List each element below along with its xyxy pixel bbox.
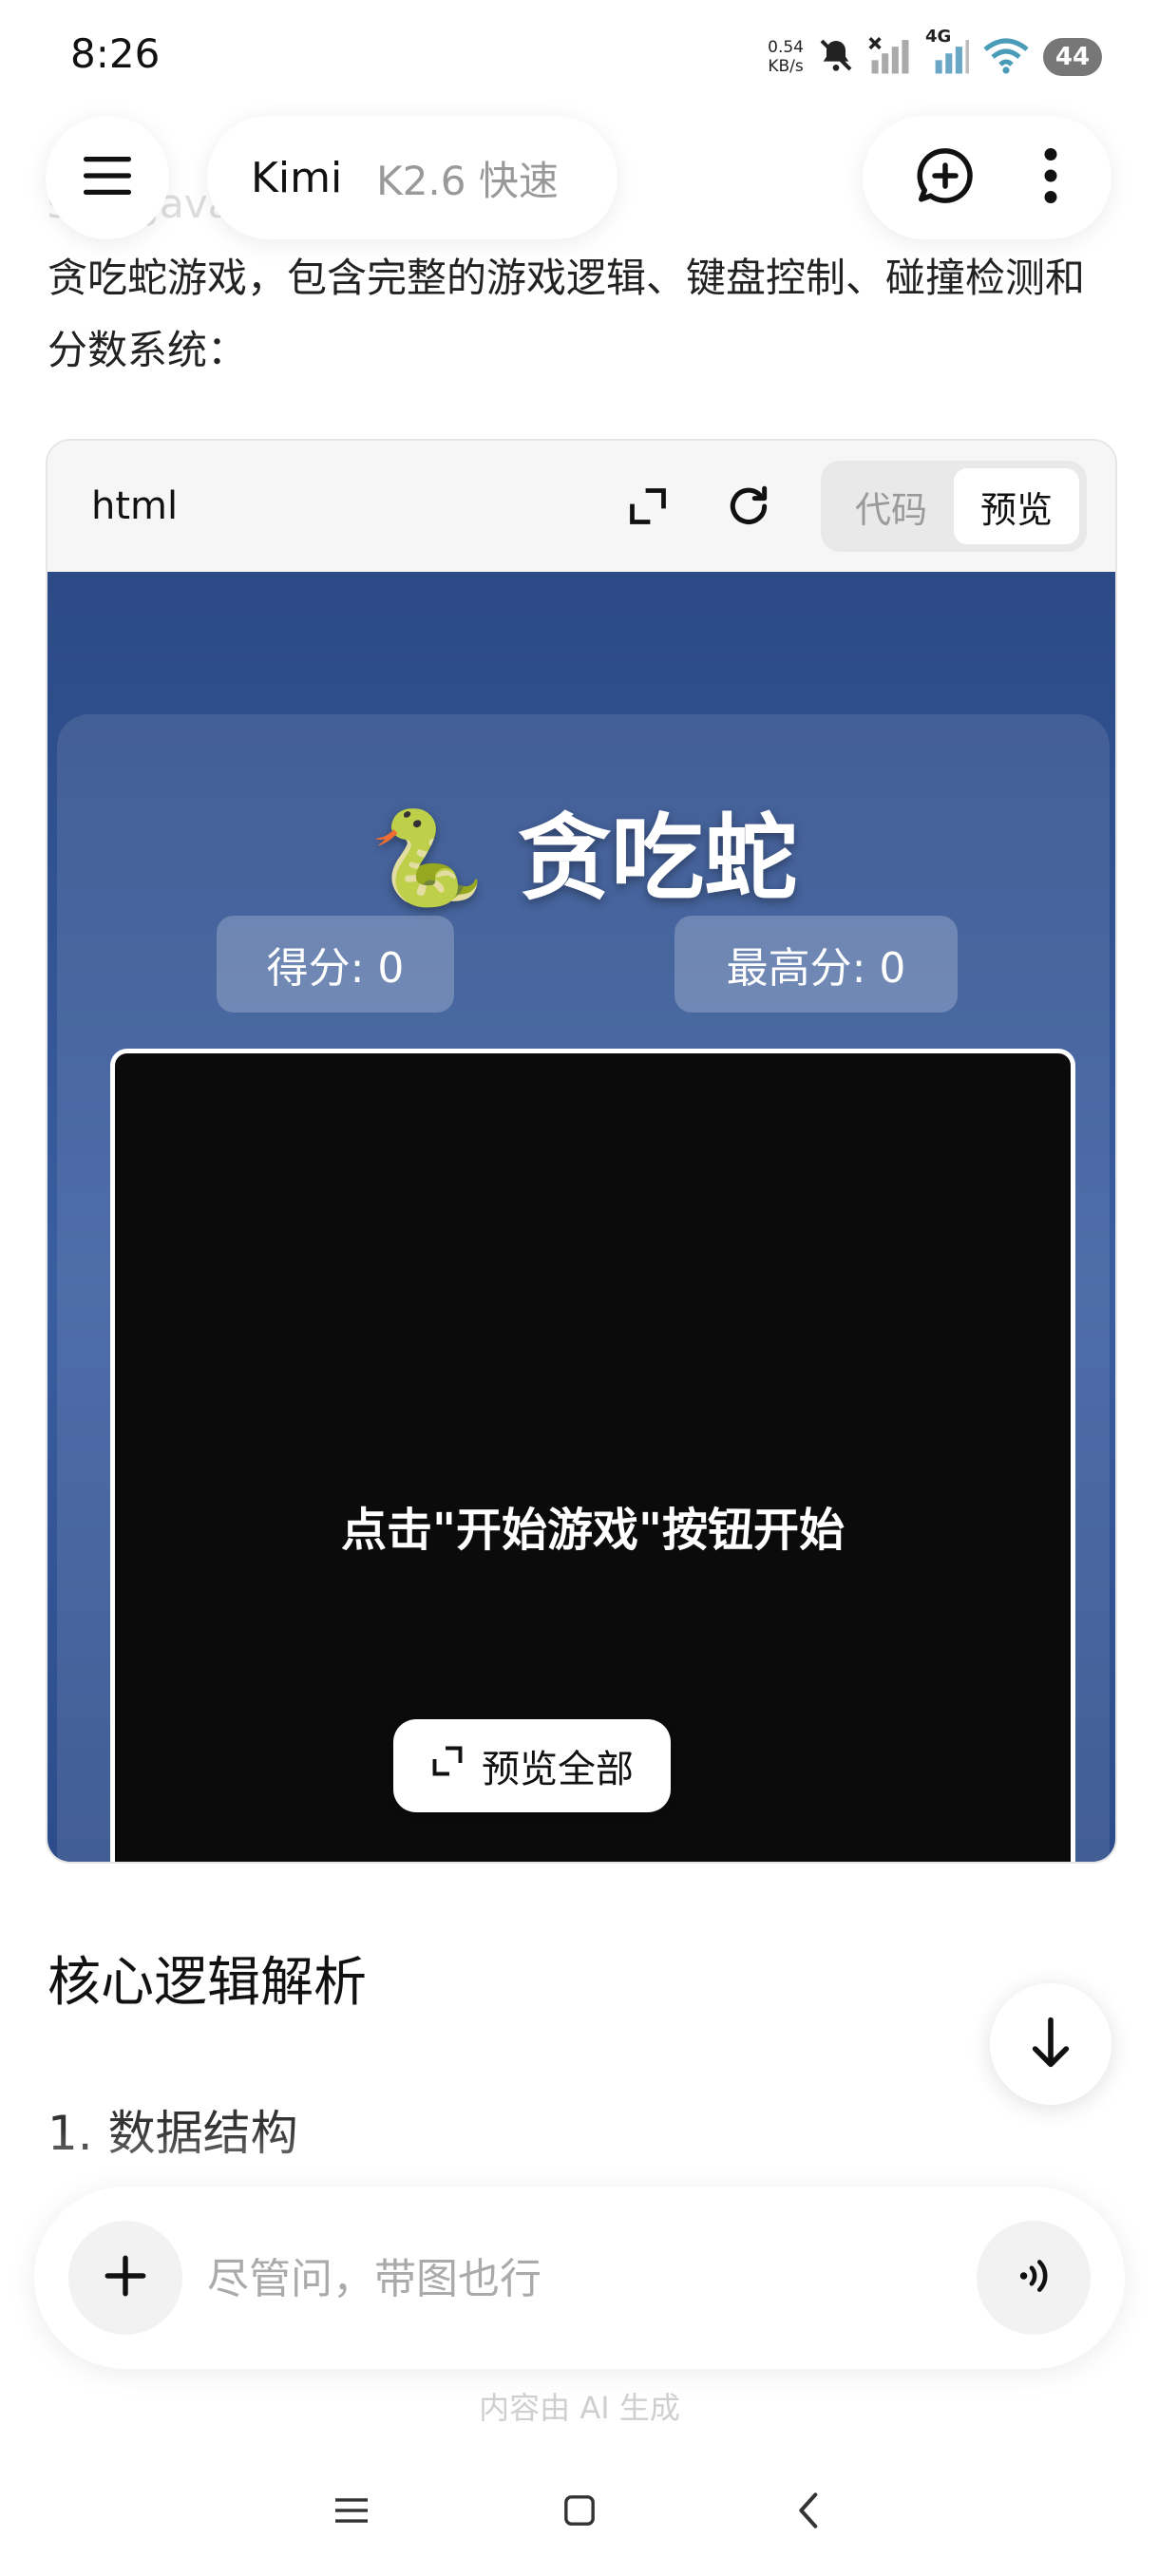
- preview-all-label: 预览全部: [482, 1748, 634, 1791]
- net-speed-unit: KB/s: [768, 57, 804, 76]
- high-score-display: 最高分: 0: [674, 916, 958, 1013]
- view-toggle: 代码 预览: [821, 461, 1087, 552]
- recents-icon: [335, 2496, 368, 2529]
- voice-button[interactable]: [977, 2221, 1091, 2335]
- expand-icon[interactable]: [619, 478, 676, 535]
- net-speed: 0.54 KB/s: [768, 38, 804, 76]
- back-icon: [796, 2491, 819, 2533]
- code-language: html: [91, 484, 179, 528]
- home-icon: [563, 2494, 596, 2530]
- attach-button[interactable]: [68, 2221, 182, 2335]
- model-selector[interactable]: Kimi K2.6 快速: [207, 116, 618, 239]
- ai-disclaimer: 内容由 AI 生成: [479, 2390, 680, 2426]
- header-actions: [863, 116, 1112, 239]
- preview-all-button[interactable]: 预览全部: [393, 1719, 671, 1812]
- voice-wave-icon: [1010, 2252, 1057, 2303]
- section-title: 核心逻辑解析: [48, 1952, 367, 2014]
- signal-off-icon: [868, 36, 912, 78]
- chat-input-bar: [34, 2187, 1125, 2369]
- scroll-to-bottom-button[interactable]: [990, 1983, 1112, 2105]
- menu-button[interactable]: [46, 116, 169, 239]
- bell-off-icon: [817, 36, 855, 78]
- net-speed-value: 0.54: [768, 38, 804, 57]
- battery-icon: 44: [1043, 38, 1102, 76]
- refresh-icon[interactable]: [720, 478, 777, 535]
- board-message: 点击"开始游戏"按钮开始: [340, 1504, 846, 1557]
- expand-icon: [430, 1744, 465, 1788]
- menu-icon: [84, 155, 131, 200]
- code-card: html 代码 预览 🐍 贪吃蛇 得分: 0 最高分: 0 点击"开始游戏"按钮…: [46, 439, 1117, 1864]
- snake-icon: 🐍: [369, 805, 485, 913]
- game-preview: 🐍 贪吃蛇 得分: 0 最高分: 0 点击"开始游戏"按钮开始: [48, 572, 1115, 1862]
- status-bar: 8:26 0.54 KB/s 4G 44: [0, 0, 1159, 114]
- app-name: Kimi: [251, 153, 343, 202]
- new-chat-icon[interactable]: [914, 144, 977, 211]
- game-title: 🐍 贪吃蛇: [57, 783, 1110, 918]
- chat-input[interactable]: [205, 2244, 931, 2314]
- wifi-icon: [982, 36, 1030, 78]
- arrow-down-icon: [1027, 2016, 1074, 2073]
- game-title-text: 贪吃蛇: [518, 805, 798, 913]
- plus-icon: [102, 2252, 149, 2303]
- signal-4g-icon: 4G: [925, 27, 969, 78]
- score-display: 得分: 0: [217, 916, 454, 1013]
- network-type: 4G: [925, 27, 952, 47]
- status-time: 8:26: [70, 30, 161, 77]
- game-container: 🐍 贪吃蛇 得分: 0 最高分: 0 点击"开始游戏"按钮开始: [57, 714, 1110, 1862]
- more-icon[interactable]: [1041, 147, 1060, 208]
- status-icons: 0.54 KB/s 4G 44: [768, 27, 1102, 85]
- system-nav-bar: [0, 2470, 1159, 2555]
- code-card-header: html 代码 预览: [48, 441, 1115, 572]
- back-button[interactable]: [774, 2479, 841, 2546]
- tab-code[interactable]: 代码: [828, 468, 954, 544]
- model-name: K2.6 快速: [376, 157, 559, 204]
- tab-preview[interactable]: 预览: [954, 468, 1079, 544]
- home-button[interactable]: [546, 2479, 613, 2546]
- intro-text: 贪吃蛇游戏，包含完整的游戏逻辑、键盘控制、碰撞检测和分数系统：: [48, 255, 1086, 373]
- recents-button[interactable]: [318, 2479, 385, 2546]
